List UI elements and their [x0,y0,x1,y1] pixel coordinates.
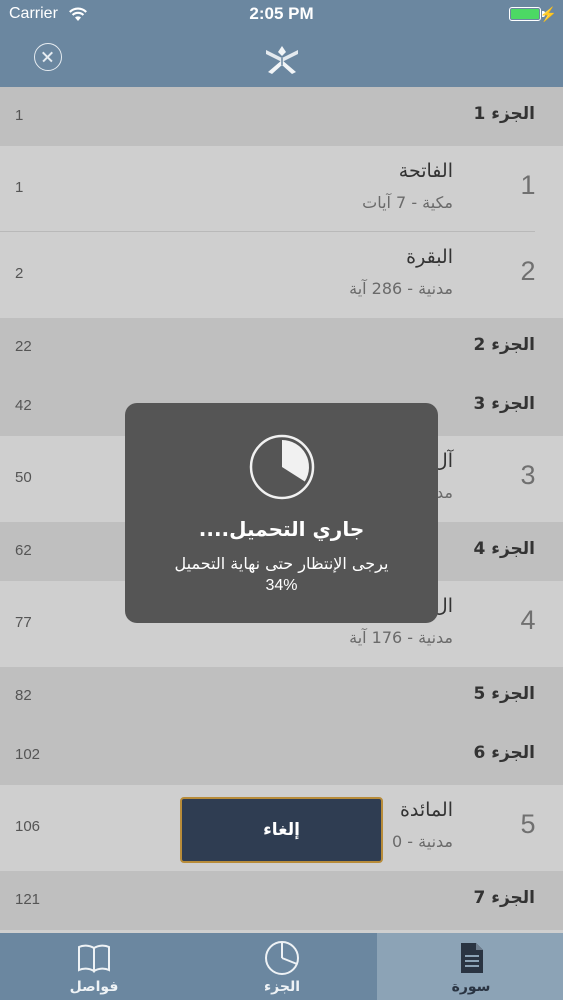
surah-page-number: 50 [15,469,32,486]
surah-row[interactable]: 1 الفاتحة مكية - 7 آيات 1 [0,146,563,232]
surah-index: 4 [520,605,536,635]
status-bar: Carrier 2:05 PM ⚡ [0,0,563,28]
juz-title: الجزء 4 [473,539,536,559]
nav-bar [0,28,563,87]
surah-meta: مدنية - 176 آية [349,628,453,647]
status-time: 2:05 PM [249,4,314,23]
charging-bolt-icon: ⚡ [539,6,557,22]
juz-title: الجزء 1 [473,104,536,124]
juz-header-row: الجزء 7 121 [0,871,563,930]
surah-name: البقرة [406,246,453,268]
loading-title: جاري التحميل.... [198,517,365,541]
juz-header-row: الجزء 6 102 [0,726,563,785]
tab-label: فواصل [69,979,119,995]
juz-page-number: 82 [15,687,32,704]
surah-index: 1 [520,170,536,200]
progress-pie-icon [249,434,315,500]
open-book-icon [78,944,110,973]
surah-meta: مكية - 7 آيات [362,193,453,212]
loading-message: يرجى الإنتظار حتى نهاية التحميل [174,554,389,573]
surah-page-number: 2 [15,265,24,282]
surah-meta: مد [436,483,453,502]
tab-bookmarks[interactable]: فواصل [0,933,188,1000]
juz-header-row: الجزء 5 82 [0,667,563,726]
surah-name: المائدة [399,799,453,821]
tab-label: الجزء [263,979,300,995]
loading-percent: 34% [265,577,298,594]
juz-title: الجزء 5 [473,684,536,704]
close-button[interactable] [34,43,62,71]
juz-page-number: 121 [15,891,41,908]
juz-header-row: الجزء 2 22 [0,318,563,377]
surah-page-number: 77 [15,614,32,631]
juz-title: الجزء 6 [473,743,536,763]
juz-title: الجزء 3 [473,394,536,414]
juz-header-row: الجزء 1 1 [0,87,563,146]
surah-index: 5 [520,809,536,839]
tab-label: سورة [451,979,491,995]
juz-page-number: 42 [15,397,32,414]
tab-surah[interactable]: سورة [377,933,563,1000]
cancel-button[interactable]: إلغاء [180,797,383,863]
quran-book-logo-icon [266,46,298,74]
surah-row[interactable]: 2 البقرة مدنية - 286 آية 2 [0,232,563,318]
juz-page-number: 102 [15,746,41,763]
surah-page-number: 1 [15,179,24,196]
surah-index: 3 [520,460,536,490]
tab-bar: فواصل الجزء سورة [0,933,563,1000]
surah-page-number: 106 [15,818,41,835]
loading-dialog: جاري التحميل.... يرجى الإنتظار حتى نهاية… [125,403,438,623]
surah-meta: مدنية - 0 [392,832,453,851]
surah-index: 2 [520,256,536,286]
surah-meta: مدنية - 286 آية [349,279,453,298]
juz-page-number: 22 [15,338,32,355]
juz-page-number: 1 [15,107,24,124]
juz-title: الجزء 2 [473,335,536,355]
pie-chart-icon [265,941,299,975]
tab-juz[interactable]: الجزء [188,933,376,1000]
surah-name: الفاتحة [398,160,453,182]
document-icon [461,943,483,973]
juz-page-number: 62 [15,542,32,559]
battery-icon [509,7,541,21]
juz-title: الجزء 7 [473,888,536,908]
